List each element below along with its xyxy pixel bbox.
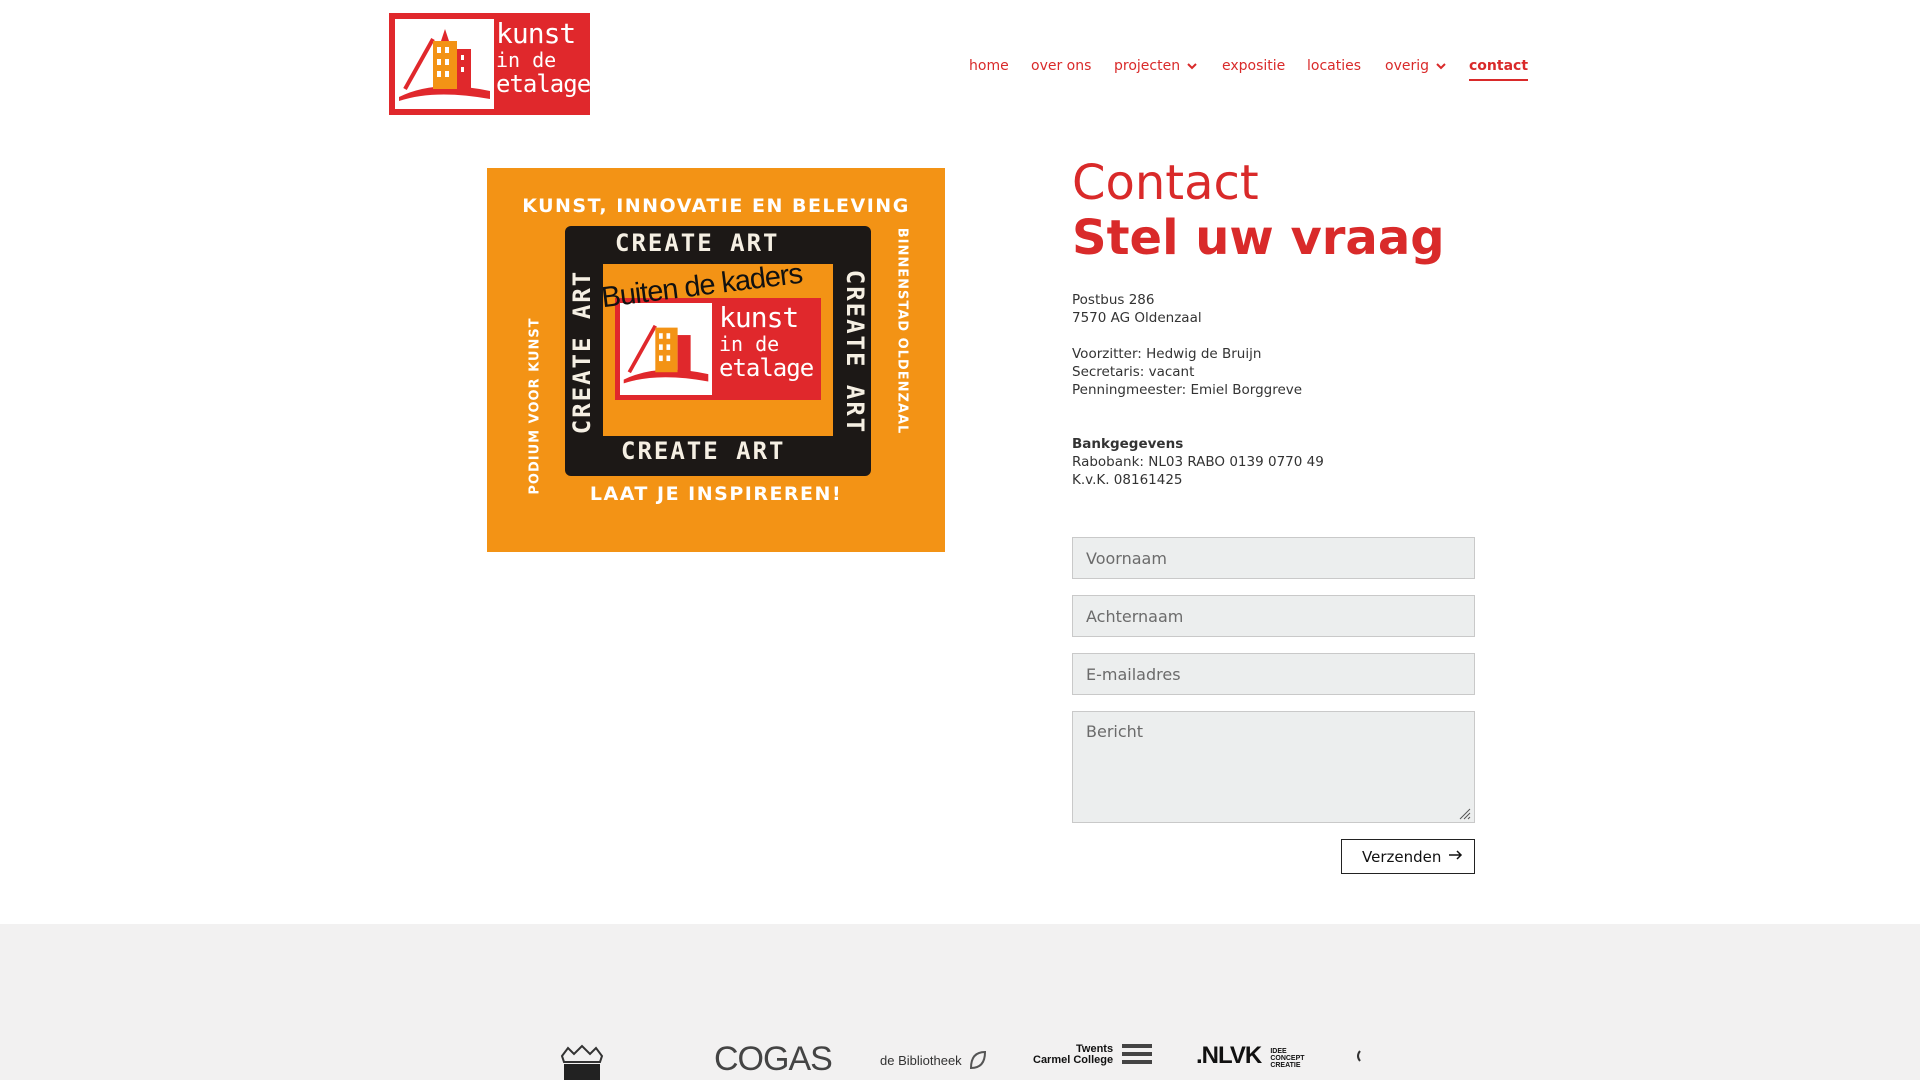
- bibliotheek-logo: de Bibliotheek: [880, 1050, 987, 1070]
- poster-bottom-text: LAAT JE INSPIREREN!: [589, 483, 843, 505]
- poster-logo-text: kunst in de etalage: [719, 301, 814, 382]
- lastname-input[interactable]: [1072, 595, 1475, 637]
- postal-address: Postbus 286 7570 AG Oldenzaal: [1072, 291, 1202, 327]
- nav-contact[interactable]: contact: [1469, 57, 1529, 81]
- nav-overig-label: overig: [1385, 58, 1429, 74]
- nav-projecten-label: projecten: [1114, 58, 1181, 74]
- frame-text-left: CREATE ART: [568, 269, 596, 435]
- board-member: Voorzitter: Hedwig de Bruijn: [1072, 346, 1262, 362]
- nav-over-ons[interactable]: over ons: [1031, 57, 1091, 75]
- frame-text-bottom: CREATE ART: [621, 437, 786, 465]
- active-nav-underline: [1469, 79, 1529, 81]
- email-input[interactable]: [1072, 653, 1475, 695]
- frame-text-right: CREATE ART: [841, 269, 869, 435]
- logo-line-1: kunst: [496, 17, 576, 50]
- carmel-stripes-icon: [1122, 1044, 1153, 1064]
- submit-button[interactable]: Verzenden: [1341, 839, 1475, 874]
- poster-logo-line-2: in de: [719, 332, 780, 356]
- bank-details: Bankgegevens Rabobank: NL03 RABO 0139 07…: [1072, 435, 1324, 489]
- bank-line: K.v.K. 08161425: [1072, 472, 1183, 488]
- bank-title: Bankgegevens: [1072, 436, 1184, 452]
- partial-sponsor-logo: [1357, 1050, 1361, 1062]
- carmel-college-logo: Twents Carmel College: [1033, 1044, 1153, 1066]
- page-title: Contact: [1072, 155, 1259, 211]
- nav-contact-label: contact: [1469, 58, 1529, 74]
- logo-line-2: in de: [496, 48, 557, 72]
- message-textarea[interactable]: [1072, 711, 1475, 823]
- board-members: Voorzitter: Hedwig de Bruijn Secretaris:…: [1072, 345, 1302, 399]
- carmel-line-2: Carmel College: [1033, 1054, 1114, 1066]
- nav-home[interactable]: home: [969, 57, 1009, 75]
- nlvk-sub-3: CREATIE: [1270, 1062, 1301, 1069]
- bibliotheek-text: de Bibliotheek: [880, 1053, 962, 1068]
- nav-expositie[interactable]: expositie: [1222, 57, 1285, 75]
- logo-line-3: etalage: [496, 70, 591, 98]
- address-line: Postbus 286: [1072, 292, 1155, 308]
- chevron-down-icon: [1187, 62, 1197, 69]
- event-poster-image: KUNST, INNOVATIE EN BELEVING PODIUM VOOR…: [487, 168, 945, 552]
- board-member: Secretaris: vacant: [1072, 364, 1195, 380]
- nav-locaties[interactable]: locaties: [1307, 57, 1361, 75]
- arrow-right-icon: [1449, 850, 1463, 860]
- nlvk-logo: .NLVK IDEE CONCEPT CREATIE: [1196, 1042, 1305, 1070]
- municipality-crest-icon: [560, 1044, 604, 1080]
- poster-logo: kunst in de etalage: [615, 298, 821, 400]
- bank-line: Rabobank: NL03 RABO 0139 0770 49: [1072, 454, 1324, 470]
- frame-text-top: CREATE ART: [615, 229, 780, 257]
- nlvk-text: .NLVK: [1196, 1042, 1262, 1069]
- nlvk-sub-2: CONCEPT: [1270, 1055, 1305, 1062]
- poster-logo-line-3: etalage: [719, 354, 814, 382]
- site-logo[interactable]: kunst in de etalage: [389, 13, 591, 115]
- poster-logo-line-1: kunst: [719, 301, 799, 334]
- sponsor-footer: COGAS de Bibliotheek Twents Carmel Colle…: [0, 924, 1920, 1080]
- page-subtitle: Stel uw vraag: [1072, 210, 1445, 266]
- nlvk-sub-1: IDEE: [1270, 1048, 1287, 1055]
- poster-left-text: PODIUM VOOR KUNST: [527, 317, 543, 495]
- poster-logo-tower-icon: [620, 303, 712, 395]
- logo-tower-icon: [395, 19, 494, 109]
- poster-top-text: KUNST, INNOVATIE EN BELEVING: [522, 195, 910, 217]
- submit-label: Verzenden: [1362, 847, 1442, 866]
- cogas-logo: COGAS: [714, 1040, 833, 1078]
- bibliotheek-icon: [969, 1050, 986, 1070]
- address-line: 7570 AG Oldenzaal: [1072, 310, 1202, 326]
- logo-text: kunst in de etalage: [496, 17, 591, 98]
- nav-projecten[interactable]: projecten: [1114, 57, 1197, 75]
- nav-overig[interactable]: overig: [1385, 57, 1446, 75]
- resize-grip-icon[interactable]: [1459, 808, 1471, 820]
- chevron-down-icon: [1436, 62, 1446, 69]
- board-member: Penningmeester: Emiel Borggreve: [1072, 382, 1303, 398]
- poster-right-text: BINNENSTAD OLDENZAAL: [894, 227, 910, 435]
- firstname-input[interactable]: [1072, 537, 1475, 579]
